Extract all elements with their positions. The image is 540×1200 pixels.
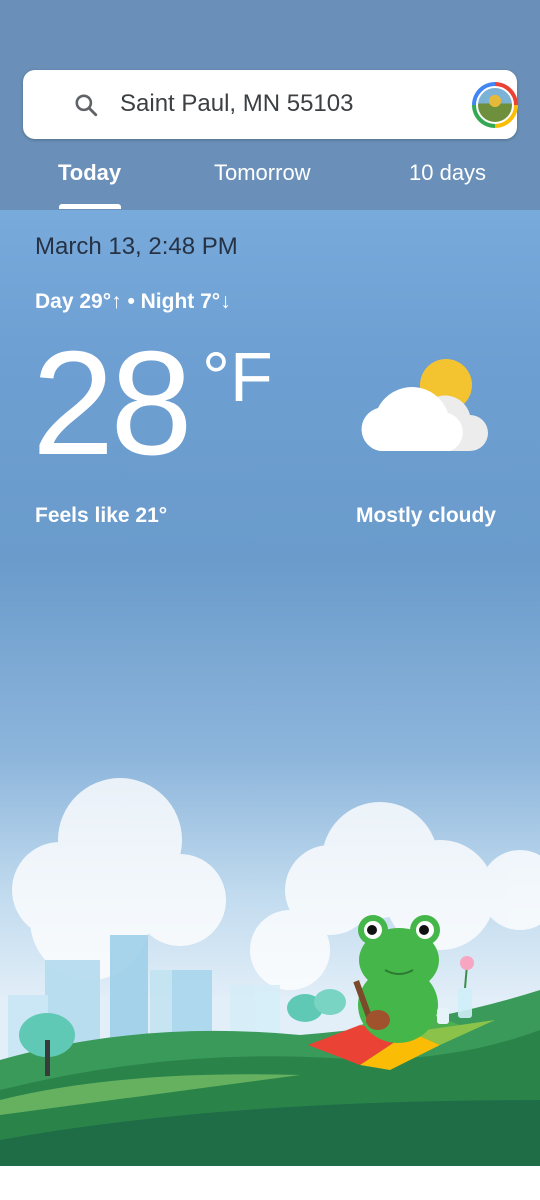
tab-tomorrow[interactable]: Tomorrow — [214, 160, 311, 186]
header-bar: Saint Paul, MN 55103 Today Tomorrow 10 d… — [0, 0, 540, 210]
day-night-range: Day 29°↑ • Night 7°↓ — [35, 290, 231, 313]
tab-today[interactable]: Today — [58, 160, 121, 186]
date-time: March 13, 2:48 PM — [35, 233, 238, 260]
mostly-cloudy-icon — [361, 359, 488, 451]
active-tab-indicator — [59, 204, 121, 209]
frog-character — [353, 915, 440, 1043]
condition-text: Mostly cloudy — [355, 504, 496, 527]
location-text[interactable]: Saint Paul, MN 55103 — [120, 90, 353, 118]
search-bar[interactable]: Saint Paul, MN 55103 — [23, 70, 518, 139]
background-clouds — [12, 778, 540, 990]
tab-10-days[interactable]: 10 days — [409, 160, 486, 186]
weather-app: Saint Paul, MN 55103 Today Tomorrow 10 d… — [0, 0, 540, 1166]
account-avatar[interactable] — [472, 82, 518, 128]
weather-illustration — [0, 778, 540, 1166]
current-temperature: 28 — [32, 321, 193, 486]
temperature-unit[interactable]: °F — [202, 342, 273, 412]
search-icon[interactable] — [73, 92, 99, 118]
feels-like: Feels like 21° — [35, 504, 168, 527]
